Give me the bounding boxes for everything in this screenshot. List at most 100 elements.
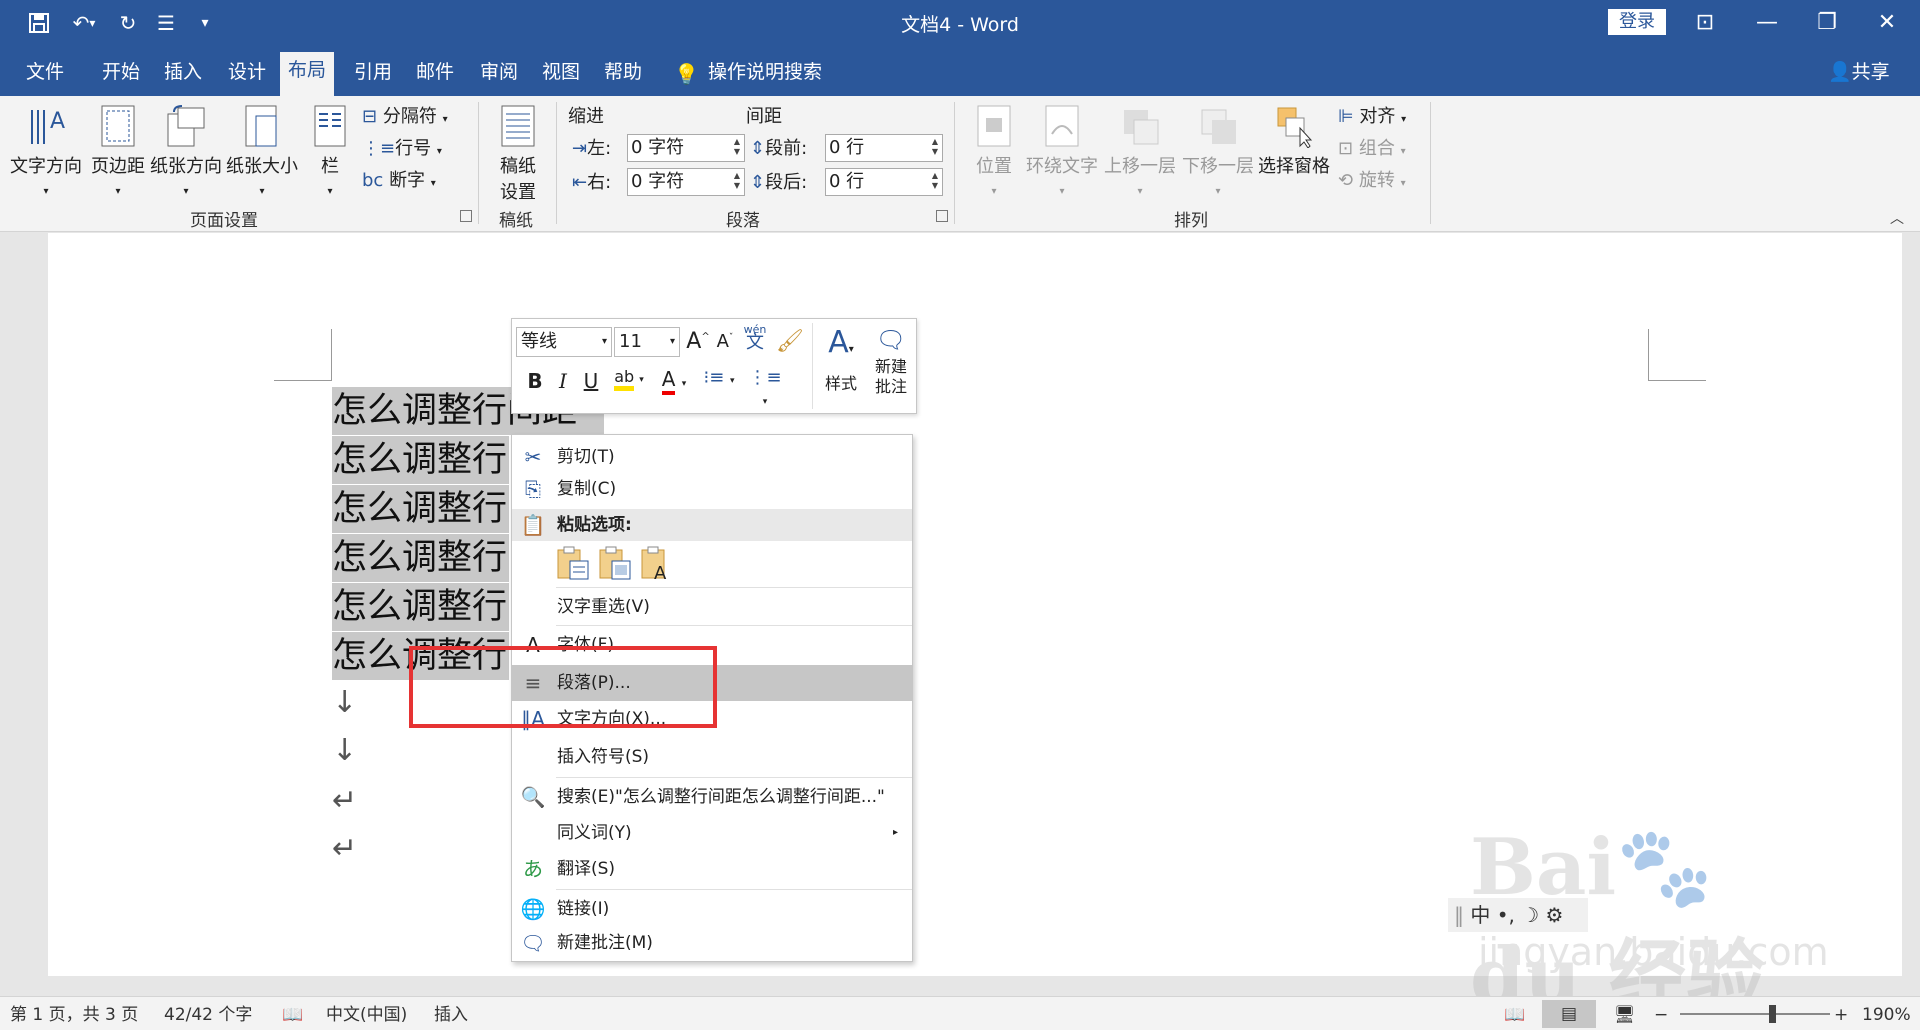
customize-icon[interactable]: ▾: [192, 8, 218, 38]
zoom-slider-thumb[interactable]: [1768, 1005, 1776, 1023]
collapse-ribbon-icon[interactable]: ︿: [1890, 208, 1904, 228]
format-painter-icon[interactable]: 🖌: [776, 329, 804, 354]
bold-icon[interactable]: B: [524, 369, 546, 393]
tell-me-search[interactable]: 操作说明搜索: [708, 56, 822, 88]
web-layout-icon[interactable]: 🖥: [1614, 1004, 1636, 1026]
breaks-button[interactable]: ⊟ 分隔符 ▾: [362, 104, 448, 130]
menu-item-cut[interactable]: ✂ 剪切(T): [512, 441, 912, 473]
insert-mode-indicator[interactable]: 插入: [434, 1004, 468, 1026]
drag-handle-icon[interactable]: ‖: [1454, 903, 1464, 927]
numbering-icon[interactable]: ⋮≡ ▾: [744, 367, 786, 409]
tab-file[interactable]: 文件: [18, 56, 72, 96]
login-button[interactable]: 登录: [1608, 9, 1666, 35]
columns-button[interactable]: 栏 ▾: [310, 104, 350, 199]
document-text-line[interactable]: 怎么调整行: [332, 632, 510, 680]
tab-design[interactable]: 设计: [220, 56, 274, 96]
page-setup-dialog-launcher-icon[interactable]: [460, 210, 472, 222]
shrink-font-icon[interactable]: Aˇ: [714, 331, 736, 352]
language-indicator[interactable]: 中文(中国): [326, 1004, 407, 1026]
read-mode-icon[interactable]: 📖: [1504, 1004, 1525, 1026]
document-text-line[interactable]: 怎么调整行: [332, 583, 510, 631]
italic-icon[interactable]: I: [552, 369, 574, 393]
document-text-line[interactable]: 怎么调整行: [332, 485, 510, 533]
moon-icon[interactable]: ☽: [1521, 903, 1539, 927]
page-count[interactable]: 第 1 页，共 3 页: [10, 1004, 138, 1026]
ime-mode-indicator[interactable]: 中: [1470, 903, 1490, 927]
font-color-icon[interactable]: A ▾: [654, 367, 694, 395]
indent-left-input[interactable]: 0 字符 ▲ ▼: [627, 134, 745, 162]
paragraph-dialog-launcher-icon[interactable]: [936, 210, 948, 222]
minimize-icon[interactable]: —: [1744, 6, 1790, 40]
group-button[interactable]: ⊡ 组合 ▾: [1338, 136, 1406, 162]
menu-item-synonyms[interactable]: 同义词(Y) ▸: [512, 817, 912, 849]
align-button[interactable]: ⊫ 对齐 ▾: [1338, 104, 1406, 130]
document-canvas[interactable]: 怎么调整行间距 怎么调整行 怎么调整行 怎么调整行 怎么调整行 怎么调整行 ↓ …: [0, 233, 1920, 976]
print-layout-icon[interactable]: ▤: [1542, 1000, 1596, 1028]
menu-item-translate[interactable]: あ翻译(S): [512, 853, 912, 885]
restore-icon[interactable]: ❐: [1804, 6, 1850, 40]
menu-item-insert-symbol[interactable]: 插入符号(S): [512, 741, 912, 773]
menu-item-font[interactable]: A 字体(F)...: [512, 629, 912, 661]
paper-size-button[interactable]: 纸张大小 ▾: [226, 104, 298, 199]
spacing-before-input[interactable]: 0 行 ▲ ▼: [825, 134, 943, 162]
spinner-arrows-icon[interactable]: ▲ ▼: [734, 171, 740, 191]
share-button[interactable]: 👤共享: [1828, 56, 1890, 88]
text-direction-button[interactable]: A 文字方向 ▾: [10, 104, 82, 199]
paste-text-only-icon[interactable]: A: [640, 545, 676, 584]
ribbon-display-icon[interactable]: ⊡: [1682, 6, 1728, 40]
new-comment-button[interactable]: 🗨 新建 批注: [868, 323, 914, 397]
rotate-button[interactable]: ⟲ 旋转 ▾: [1338, 168, 1406, 194]
tab-view[interactable]: 视图: [534, 56, 588, 96]
line-numbers-button[interactable]: ⋮≡行号 ▾: [362, 136, 442, 162]
save-icon[interactable]: [22, 8, 56, 38]
ime-toolbar[interactable]: ‖ 中 •, ☽ ⚙: [1448, 898, 1588, 932]
touch-mode-icon[interactable]: ☰: [150, 8, 182, 38]
spinner-arrows-icon[interactable]: ▲ ▼: [734, 137, 740, 157]
font-size-combo[interactable]: 11 ▾: [614, 327, 680, 357]
menu-item-text-direction[interactable]: ∥A 文字方向(X)...: [512, 703, 912, 735]
undo-icon[interactable]: ↶ ▾: [62, 8, 106, 38]
highlight-color-icon[interactable]: ab ▾: [608, 367, 650, 391]
hyphenation-button[interactable]: bc 断字 ▾: [362, 168, 436, 194]
menu-item-reconvert[interactable]: 汉字重选(V): [512, 591, 912, 623]
manuscript-setup-button[interactable]: 稿纸 设置: [492, 104, 544, 204]
spacing-after-input[interactable]: 0 行 ▲ ▼: [825, 168, 943, 196]
orientation-button[interactable]: 纸张方向 ▾: [150, 104, 222, 199]
menu-item-new-comment[interactable]: 🗨 新建批注(M): [512, 927, 912, 959]
proofing-icon[interactable]: 📖: [282, 1004, 303, 1026]
document-page[interactable]: [48, 233, 1902, 976]
paste-merge-formatting-icon[interactable]: [598, 545, 634, 581]
tab-references[interactable]: 引用: [346, 56, 400, 96]
bullets-icon[interactable]: ⁝≡ ▾: [698, 367, 740, 388]
spinner-arrows-icon[interactable]: ▲ ▼: [932, 171, 938, 191]
zoom-slider[interactable]: [1680, 1013, 1830, 1015]
wrap-text-button[interactable]: 环绕文字 ▾: [1024, 104, 1100, 199]
document-text-line[interactable]: 怎么调整行: [332, 436, 510, 484]
tab-home[interactable]: 开始: [94, 56, 148, 96]
tab-help[interactable]: 帮助: [596, 56, 650, 96]
indent-right-input[interactable]: 0 字符 ▲ ▼: [627, 168, 745, 196]
tab-review[interactable]: 审阅: [472, 56, 526, 96]
tab-layout[interactable]: 布局: [280, 52, 335, 96]
position-button[interactable]: 位置 ▾: [968, 104, 1020, 199]
menu-item-paragraph[interactable]: ≡ 段落(P)...: [512, 665, 912, 701]
styles-button[interactable]: A▾ 样式: [816, 323, 866, 394]
redo-icon[interactable]: ↻: [112, 8, 144, 38]
tab-insert[interactable]: 插入: [156, 56, 210, 96]
selection-pane-button[interactable]: 选择窗格: [1256, 104, 1332, 178]
menu-item-copy[interactable]: ⎘ 复制(C): [512, 473, 912, 505]
send-backward-button[interactable]: 下移一层 ▾: [1180, 104, 1256, 199]
spinner-arrows-icon[interactable]: ▲ ▼: [932, 137, 938, 157]
document-text-line[interactable]: 怎么调整行: [332, 534, 510, 582]
zoom-level[interactable]: 190%: [1862, 1004, 1911, 1026]
margins-button[interactable]: 页边距 ▾: [88, 104, 148, 199]
menu-item-link[interactable]: 🌐 链接(I): [512, 893, 912, 925]
zoom-in-icon[interactable]: +: [1834, 1004, 1848, 1026]
gear-icon[interactable]: ⚙: [1546, 903, 1564, 927]
font-name-combo[interactable]: 等线 ▾: [516, 327, 612, 357]
grow-font-icon[interactable]: A^: [686, 329, 710, 354]
phonetic-guide-icon[interactable]: wén 文: [740, 323, 770, 352]
zoom-out-icon[interactable]: −: [1654, 1004, 1668, 1026]
menu-item-search[interactable]: 🔍 搜索(E)"怎么调整行间距怎么调整行间距...": [512, 781, 912, 813]
paste-keep-formatting-icon[interactable]: [556, 545, 592, 581]
